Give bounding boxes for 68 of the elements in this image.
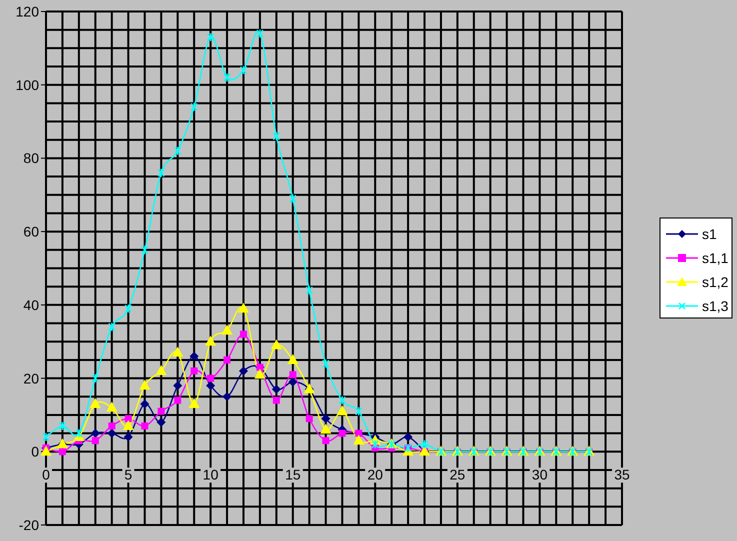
data-point <box>58 421 66 431</box>
legend-marker-icon <box>666 254 698 262</box>
legend-marker-icon <box>666 302 698 310</box>
axis-label: 0 <box>31 444 39 460</box>
legend-label: s1 <box>702 226 717 242</box>
axis-label: 25 <box>447 466 468 483</box>
data-point <box>124 432 133 442</box>
axis-label: 30 <box>530 466 550 483</box>
axis-label: 20 <box>365 466 386 483</box>
data-point <box>205 336 216 346</box>
data-point <box>272 132 280 141</box>
data-point <box>139 380 150 390</box>
data-point <box>158 168 165 178</box>
data-point <box>222 324 233 335</box>
data-point <box>223 72 231 82</box>
legend-label: s1,2 <box>702 274 728 290</box>
data-point <box>321 414 330 424</box>
data-point <box>156 418 166 427</box>
axis-label: 120 <box>16 4 39 20</box>
data-point <box>156 364 167 375</box>
data-point <box>172 346 184 357</box>
axis-label: 60 <box>23 224 39 240</box>
legend-marker-icon <box>666 277 698 286</box>
legend-label: s1,1 <box>702 250 728 266</box>
data-point <box>270 339 282 350</box>
data-point <box>222 392 232 402</box>
data-point <box>173 381 182 390</box>
data-point <box>355 406 362 416</box>
data-point <box>238 366 248 376</box>
axis-label: 35 <box>612 466 632 483</box>
data-point <box>42 432 50 442</box>
data-point <box>240 66 248 75</box>
axis-label: 100 <box>16 76 39 93</box>
data-point <box>124 304 132 314</box>
axis-label: 0 <box>40 466 52 483</box>
axis-label: 20 <box>23 370 39 386</box>
data-point <box>289 194 296 204</box>
data-point <box>404 432 413 442</box>
data-point <box>188 398 200 408</box>
data-point <box>272 384 281 394</box>
data-point <box>287 354 298 364</box>
legend-marker-icon <box>666 230 698 238</box>
axis-label: 15 <box>282 466 303 483</box>
axis-label: 10 <box>200 466 221 483</box>
data-point <box>92 374 100 383</box>
data-point <box>206 32 214 42</box>
data-point <box>206 381 216 390</box>
data-point <box>108 322 116 332</box>
legend-label: s1,3 <box>702 298 728 314</box>
axis-label: -20 <box>18 517 39 533</box>
axis-label: 80 <box>23 150 39 166</box>
data-point <box>190 352 199 361</box>
data-point <box>141 245 148 255</box>
data-point <box>256 28 264 38</box>
data-point <box>106 402 118 412</box>
data-point <box>140 399 150 408</box>
data-point <box>190 102 198 112</box>
data-point <box>90 398 101 408</box>
data-point <box>306 286 313 295</box>
data-point <box>238 302 249 313</box>
data-point <box>107 428 116 438</box>
data-point <box>174 146 182 156</box>
data-point <box>288 377 298 386</box>
axis-label: 5 <box>122 466 134 483</box>
data-point <box>320 424 332 434</box>
data-point <box>322 358 330 368</box>
axis-label: 40 <box>23 296 39 313</box>
data-point <box>90 428 100 438</box>
